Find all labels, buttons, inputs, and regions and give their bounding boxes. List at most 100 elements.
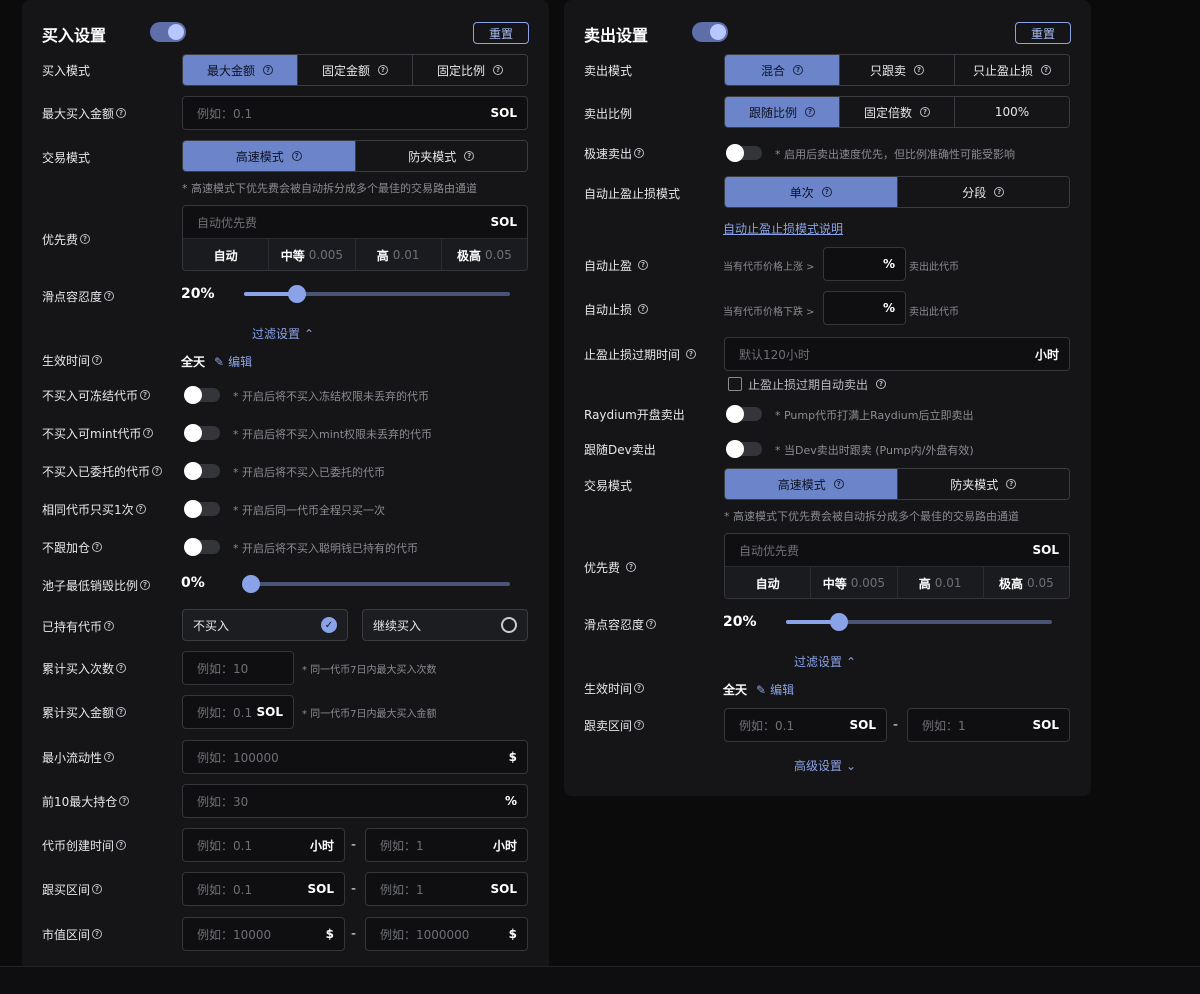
sell-range-max-input[interactable]: 例如：1 SOL (907, 708, 1070, 742)
toggle-delegated[interactable] (184, 462, 220, 480)
buy-priority-fee-box: 自动优先费 SOL 自动 中等 0.005 高 0.01 极高 0.05 (182, 205, 528, 271)
buy-trade-mode-fast[interactable]: 高速模式? (183, 141, 355, 171)
slider-handle[interactable] (830, 613, 849, 631)
follow-range-min-input[interactable]: 例如：0.1 SOL (182, 872, 345, 906)
sell-ratio-follow[interactable]: 跟随比例? (725, 97, 839, 127)
sell-mode-tpsl[interactable]: 只止盈止损? (954, 55, 1069, 85)
fee-high[interactable]: 高 0.01 (896, 567, 983, 598)
toggle-label-delegated: 不买入已委托的代币? (42, 462, 163, 480)
mcap-max-input[interactable]: 例如：1000000 $ (365, 917, 528, 951)
buy-edit-link[interactable]: ✎ 编辑 (214, 353, 252, 370)
sell-filter-toggle[interactable]: 过滤设置 ⌃ (794, 653, 856, 670)
help-icon: ? (626, 562, 637, 572)
created-max-input[interactable]: 例如：1 小时 (365, 828, 528, 862)
toggle-mint[interactable] (184, 424, 220, 442)
fee-max[interactable]: 极高 0.05 (440, 239, 527, 270)
buy-trade-mode-antimev[interactable]: 防夹模式? (354, 141, 527, 171)
held-option-continue[interactable]: 继续买入 (362, 609, 528, 641)
cum-amount-input[interactable]: 例如：0.1 SOL (182, 695, 294, 729)
sell-ratio-segment: 跟随比例? 固定倍数? 100% (724, 96, 1070, 128)
sell-mode-follow[interactable]: 只跟卖? (839, 55, 954, 85)
dev-toggle[interactable] (726, 440, 762, 458)
buy-slippage-slider[interactable] (244, 285, 510, 303)
sell-ratio-100[interactable]: 100% (954, 97, 1069, 127)
auto-tp-mode-segment: 单次? 分段? (724, 176, 1070, 208)
toggle-hint-delegated: * 开启后将不买入已委托的代币 (233, 466, 385, 479)
sell-title: 卖出设置 (584, 26, 649, 45)
range-dash: - (351, 837, 357, 853)
fee-auto[interactable]: 自动 (725, 567, 811, 598)
toggle-no-add[interactable] (184, 538, 220, 556)
auto-tp-mode-staged[interactable]: 分段? (896, 177, 1069, 207)
sell-edit-link[interactable]: ✎ 编辑 (756, 681, 794, 698)
raydium-toggle[interactable] (726, 405, 762, 423)
help-icon: ? (92, 355, 103, 365)
created-time-label: 代币创建时间? (42, 836, 127, 854)
liquidity-input[interactable]: 例如：100000 $ (182, 740, 528, 774)
auto-tp-mode-single[interactable]: 单次? (725, 177, 897, 207)
held-option-no-buy[interactable]: 不买入 ✓ (182, 609, 348, 641)
help-icon: ? (104, 752, 115, 762)
fee-mid[interactable]: 中等 0.005 (810, 567, 897, 598)
burn-ratio-value: 0% (181, 575, 205, 591)
fee-mid[interactable]: 中等 0.005 (268, 239, 355, 270)
buy-title: 买入设置 (42, 26, 107, 45)
buy-mode-fixed-ratio[interactable]: 固定比例? (412, 55, 527, 85)
slider-handle[interactable] (242, 575, 260, 593)
toggle-once[interactable] (184, 500, 220, 518)
help-icon: ? (143, 428, 154, 438)
tp-pre-text: 当有代币价格上涨 > (723, 262, 815, 273)
buy-priority-label: 优先费? (42, 230, 91, 248)
toggle-freeze[interactable] (184, 386, 220, 404)
auto-tp-mode-explain-link[interactable]: 自动止盈止损模式说明 (723, 220, 843, 237)
fee-max[interactable]: 极高 0.05 (982, 567, 1069, 598)
burn-ratio-slider[interactable] (242, 575, 510, 593)
buy-priority-input[interactable]: 自动优先费 SOL (183, 206, 527, 239)
max-amount-label: 最大买入金额? (42, 104, 127, 122)
pencil-icon: ✎ (214, 354, 225, 369)
sell-slippage-slider[interactable] (786, 613, 1052, 631)
raydium-hint: * Pump代币打满上Raydium后立即卖出 (775, 409, 974, 422)
expire-input[interactable]: 默认120小时 小时 (724, 337, 1070, 371)
fast-sell-toggle[interactable] (726, 144, 762, 162)
cum-count-input[interactable]: 例如：10 (182, 651, 294, 685)
sl-input[interactable]: % (823, 291, 906, 325)
created-min-input[interactable]: 例如：0.1 小时 (182, 828, 345, 862)
top10-input[interactable]: 例如：30% (182, 784, 528, 818)
buy-filter-toggle[interactable]: 过滤设置 ⌃ (252, 325, 314, 342)
sell-trade-mode-segment: 高速模式? 防夹模式? (724, 468, 1070, 500)
buy-mode-max[interactable]: 最大金额? (183, 55, 297, 85)
help-icon: ? (638, 260, 649, 270)
max-amount-input[interactable]: 例如：0.1 SOL (182, 96, 528, 130)
sell-trade-mode-fast[interactable]: 高速模式? (725, 469, 897, 499)
sell-ratio-fixed[interactable]: 固定倍数? (839, 97, 954, 127)
help-icon: ? (1041, 65, 1051, 75)
sell-range-label: 跟卖区间? (584, 716, 645, 734)
expire-auto-sell-checkbox[interactable]: 止盈止损过期自动卖出 ? (728, 375, 887, 393)
sell-range-min-input[interactable]: 例如：0.1 SOL (724, 708, 887, 742)
buy-mode-label: 买入模式 (42, 63, 91, 78)
cum-amount-hint: * 同一代币7日内最大买入金额 (302, 709, 437, 720)
buy-enable-toggle[interactable] (150, 22, 186, 42)
sell-mode-mixed[interactable]: 混合? (725, 55, 839, 85)
help-icon: ? (104, 291, 115, 301)
raydium-label: Raydium开盘卖出 (584, 407, 685, 422)
tp-input[interactable]: % (823, 247, 906, 281)
help-icon: ? (634, 148, 645, 158)
toggle-hint-mint: * 开启后将不买入mint权限未丢弃的代币 (233, 428, 433, 441)
follow-range-max-input[interactable]: 例如：1 SOL (365, 872, 528, 906)
slider-handle[interactable] (288, 285, 307, 303)
buy-mode-fixed-amount[interactable]: 固定金额? (297, 55, 412, 85)
help-icon: ? (876, 379, 887, 389)
buy-reset-button[interactable]: 重置 (473, 22, 529, 44)
mcap-min-input[interactable]: 例如：10000 $ (182, 917, 345, 951)
fee-high[interactable]: 高 0.01 (354, 239, 441, 270)
sell-reset-button[interactable]: 重置 (1015, 22, 1071, 44)
sell-priority-input[interactable]: 自动优先费 SOL (725, 534, 1069, 567)
fee-auto[interactable]: 自动 (183, 239, 269, 270)
sell-trade-mode-antimev[interactable]: 防夹模式? (896, 469, 1069, 499)
help-icon: ? (291, 151, 302, 161)
fast-sell-hint: * 启用后卖出速度优先，但比例准确性可能受影响 (775, 148, 1015, 161)
sell-enable-toggle[interactable] (692, 22, 728, 42)
advanced-settings-toggle[interactable]: 高级设置 ⌄ (794, 757, 856, 774)
